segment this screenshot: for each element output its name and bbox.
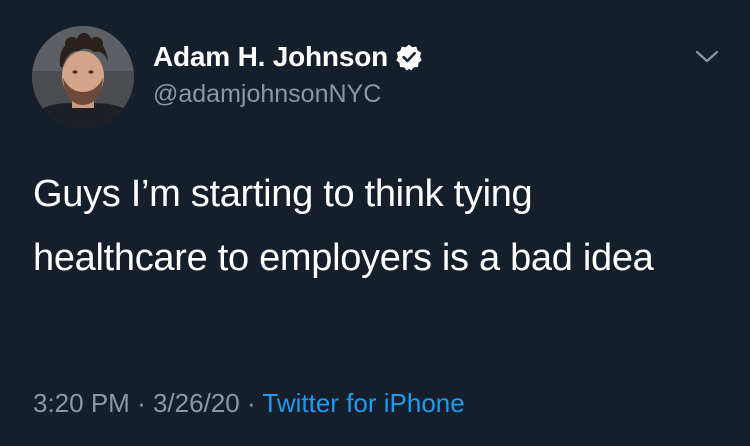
tweet-date[interactable]: 3/26/20 [153,388,240,418]
chevron-down-icon[interactable] [693,46,721,66]
avatar[interactable] [32,26,134,128]
tweet-meta: 3:20 PM · 3/26/20 · Twitter for iPhone [33,388,465,419]
verified-badge-icon [395,43,423,71]
meta-separator: · [246,388,256,418]
meta-separator: · [137,388,146,418]
avatar-photo [32,26,134,128]
author-handle[interactable]: @adamjohnsonNYC [153,80,381,109]
display-name[interactable]: Adam H. Johnson [153,41,388,73]
tweet-text: Guys I’m starting to think tying healthc… [33,173,654,279]
tweet-source-link[interactable]: Twitter for iPhone [262,388,464,418]
tweet-card: Adam H. Johnson @adamjohnsonNYC Guys I’m… [0,0,750,446]
tweet-time: 3:20 PM [33,388,130,418]
author-name-row[interactable]: Adam H. Johnson [153,40,423,74]
